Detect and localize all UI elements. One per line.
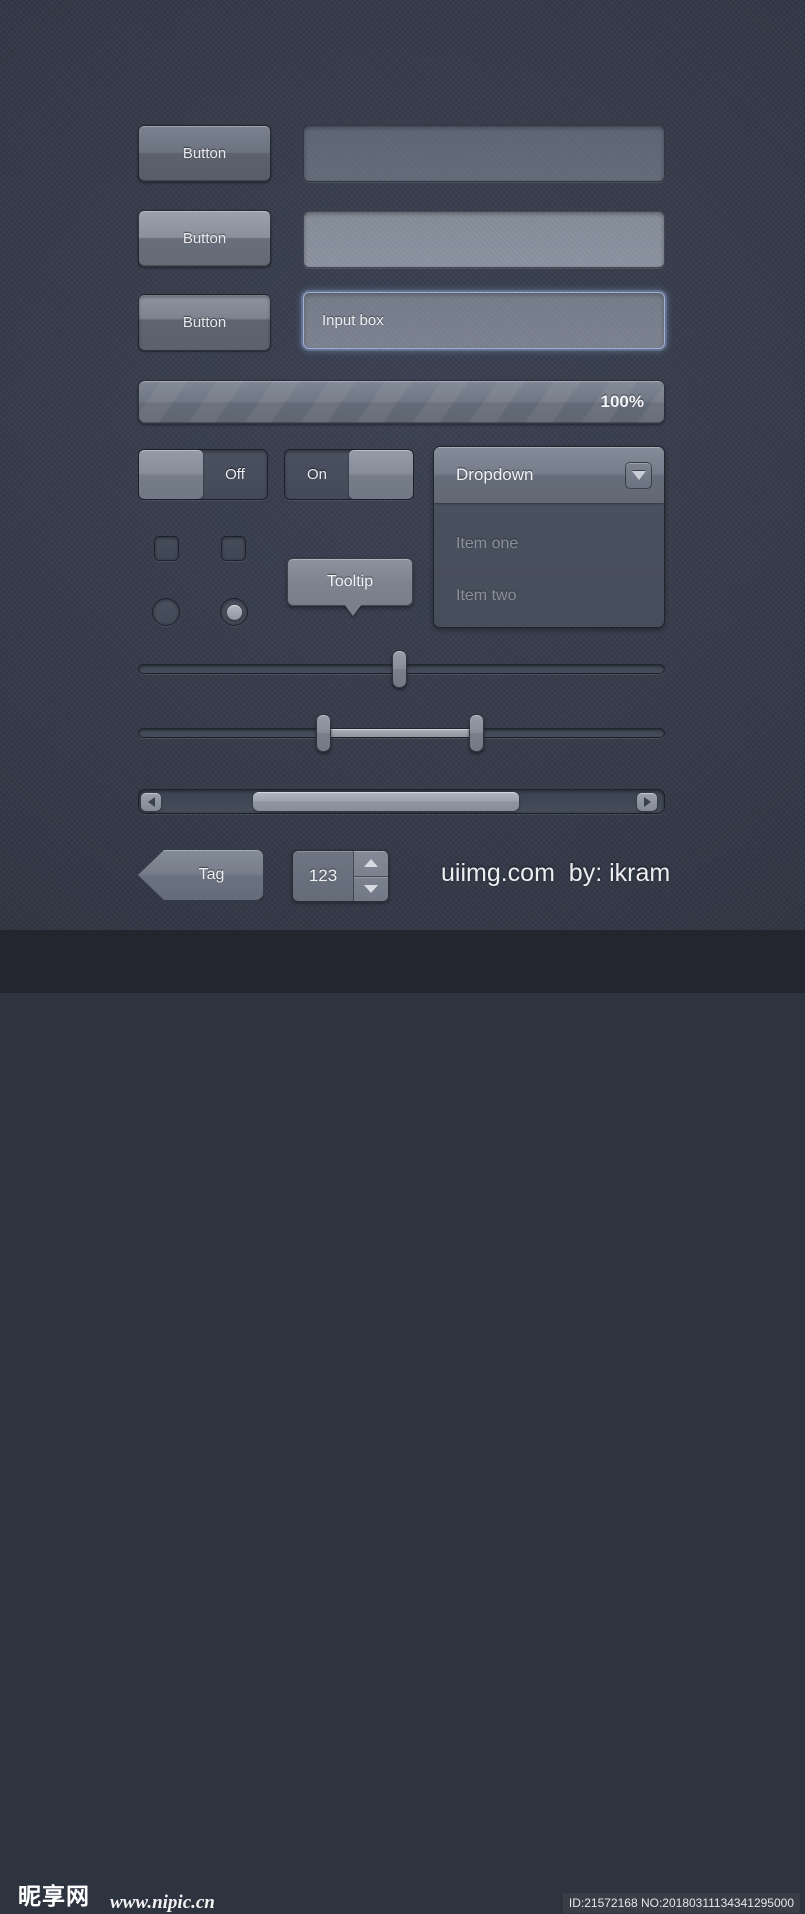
toggle-off-knob (139, 450, 203, 499)
watermark-logo: 昵享网 (18, 1884, 90, 1910)
credit-text: uiimg.com by: ikram (441, 859, 671, 887)
dropdown-header[interactable]: Dropdown (434, 447, 664, 503)
slider-single-handle[interactable] (392, 650, 407, 688)
dropdown-list: Item one Item two (434, 503, 664, 627)
toggle-on[interactable]: On (284, 449, 414, 500)
dropdown-item-two[interactable]: Item two (434, 570, 664, 622)
horizontal-scrollbar[interactable] (138, 789, 665, 814)
toggle-off-label: Off (225, 466, 245, 483)
progress-bar: 100% (138, 380, 665, 424)
dropdown[interactable]: Dropdown Item one Item two (433, 446, 665, 628)
button-hover-label: Button (182, 230, 227, 247)
slider-range-handle-high[interactable] (469, 714, 484, 752)
toggle-on-label: On (306, 466, 327, 483)
input-empty-light[interactable] (303, 211, 665, 268)
input-empty-dark[interactable] (303, 125, 665, 182)
input-box-focused[interactable]: Input box (303, 292, 665, 349)
arrow-right-icon[interactable] (637, 792, 657, 811)
ui-kit-canvas: Button Button Button Input box 100% Off … (0, 0, 805, 993)
radio-unchecked[interactable] (152, 598, 180, 626)
watermark-url: www.nipic.cn (110, 1892, 215, 1913)
tooltip-label: Tooltip (326, 573, 374, 590)
number-stepper-buttons (353, 851, 388, 901)
arrow-down-icon[interactable] (354, 877, 388, 902)
tooltip-arrow-icon (344, 604, 362, 616)
scrollbar-thumb[interactable] (253, 792, 519, 811)
tooltip: Tooltip (287, 558, 413, 616)
dropdown-item-one-label: Item one (456, 535, 519, 552)
button-hover[interactable]: Button (138, 210, 271, 267)
tag-button[interactable]: Tag (138, 850, 263, 900)
watermark-id: ID:21572168 NO:20180311134341295000 (562, 1893, 800, 1913)
slider-range-track[interactable] (138, 728, 665, 738)
button-normal-label: Button (182, 145, 227, 162)
dropdown-item-one[interactable]: Item one (434, 518, 664, 570)
dropdown-item-two-label: Item two (456, 587, 517, 604)
number-stepper-value[interactable]: 123 (293, 851, 353, 901)
progress-percent-label: 100% (600, 392, 644, 411)
input-box-value: Input box (322, 312, 384, 329)
slider-range-fill (324, 729, 478, 737)
button-active-label: Button (182, 314, 227, 331)
toggle-off[interactable]: Off (138, 449, 268, 500)
number-stepper[interactable]: 123 (292, 850, 389, 902)
arrow-up-icon[interactable] (354, 851, 388, 877)
footer-watermark-bar: 昵享网 www.nipic.cn ID:21572168 NO:20180311… (0, 930, 805, 1913)
toggle-on-knob (349, 450, 413, 499)
button-normal[interactable]: Button (138, 125, 271, 182)
chevron-down-icon[interactable] (625, 461, 652, 489)
dropdown-title: Dropdown (456, 465, 534, 484)
radio-checked-dot (226, 604, 242, 620)
arrow-left-icon[interactable] (141, 792, 161, 811)
slider-range-handle-low[interactable] (316, 714, 331, 752)
checkbox-unchecked-2[interactable] (221, 536, 246, 561)
radio-checked[interactable] (220, 598, 248, 626)
checkbox-unchecked-1[interactable] (154, 536, 179, 561)
button-active[interactable]: Button (138, 294, 271, 351)
tag-label: Tag (198, 866, 225, 883)
